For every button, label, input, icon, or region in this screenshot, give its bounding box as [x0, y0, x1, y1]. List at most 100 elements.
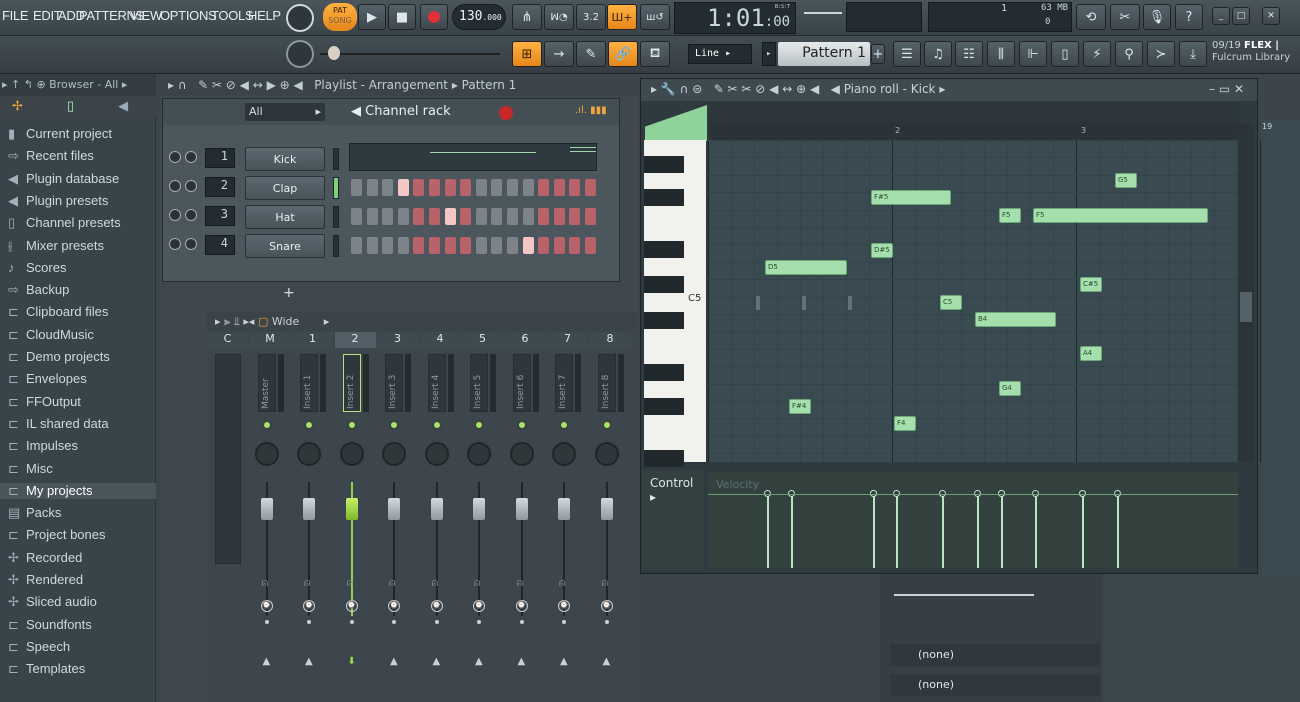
step-button[interactable] [569, 179, 581, 196]
channel-select-led[interactable] [333, 235, 339, 257]
step-button[interactable] [351, 237, 362, 254]
step-button[interactable] [585, 179, 596, 196]
step-button[interactable] [491, 237, 503, 254]
velocity-bar[interactable] [1035, 494, 1037, 568]
mixer-pan-knob[interactable] [467, 442, 491, 466]
snap-icon[interactable]: ✢ [12, 99, 23, 114]
note[interactable]: C5 [940, 295, 962, 310]
mixer-route-arrow-icon[interactable]: ▲ [560, 656, 568, 667]
cut-button[interactable]: ✂ [1110, 4, 1140, 30]
project-button[interactable]: ▯ [1051, 41, 1079, 67]
step-button[interactable] [460, 179, 472, 196]
piano-black-key[interactable] [644, 312, 684, 329]
velocity-bar[interactable] [1001, 494, 1003, 568]
mixer-enable-led[interactable] [346, 420, 357, 430]
browser-item[interactable]: ✢ Rendered [8, 572, 83, 588]
mixer-clock-icon[interactable]: ⌚ [345, 600, 358, 612]
step-button[interactable] [585, 237, 596, 254]
step-button[interactable] [382, 179, 394, 196]
mixer-track-header[interactable]: 2 [334, 332, 376, 348]
channel-select-led[interactable] [333, 206, 339, 228]
menu-view[interactable]: VIEW [130, 8, 162, 23]
mixer-mode[interactable]: Wide [272, 315, 299, 328]
tempo-display[interactable]: 130.000 [452, 4, 506, 30]
step-edit-button[interactable]: → [544, 41, 574, 67]
channel-select-led[interactable] [333, 177, 339, 199]
stamp-button[interactable]: ⛾ [640, 41, 670, 67]
step-button[interactable] [413, 237, 425, 254]
mixer-insert-name[interactable]: Master [257, 354, 276, 412]
browser-item[interactable]: ⇨ Recent files [8, 148, 94, 164]
plugin-button[interactable]: ⚡ [1083, 41, 1111, 67]
browser-item[interactable]: ◀ Plugin database [8, 171, 119, 187]
undo-history-button[interactable]: ⟲ [1076, 4, 1106, 30]
playlist-tools-icon[interactable]: ▸ ∩ ✎ ✂ ⊘ ◀ ↔ ▶ ⊕ ◀ [168, 78, 303, 92]
step-button[interactable] [522, 208, 534, 225]
step-button[interactable] [491, 179, 503, 196]
countdown-button[interactable]: 3.2 [576, 4, 606, 30]
step-button[interactable] [507, 237, 518, 254]
piano-roll-scrollbar[interactable] [1238, 124, 1254, 462]
piano-roll-button[interactable]: ♫ [924, 41, 952, 67]
note[interactable]: F5 [999, 208, 1021, 223]
mixer-insert-name[interactable]: Insert 8 [597, 354, 616, 412]
browser-item[interactable]: ♪ Scores [8, 260, 66, 275]
mixer-track-header[interactable]: 1 [292, 332, 333, 348]
channel-number[interactable]: 4 [205, 235, 235, 255]
channel-volume-knob[interactable] [185, 180, 197, 192]
channel-select-led[interactable] [333, 148, 339, 170]
note[interactable]: F#4 [789, 399, 811, 414]
browser-item[interactable]: ▮ Current project [8, 126, 112, 142]
control-label[interactable]: Control ▸ [642, 470, 704, 570]
mixer-pan-knob[interactable] [424, 442, 449, 466]
metronome-button[interactable]: ⋔ [512, 4, 542, 30]
step-button[interactable] [382, 237, 394, 254]
browser-item[interactable]: ⊏ Misc [8, 461, 53, 477]
mixer-route-arrow-icon[interactable]: ▲ [603, 656, 611, 667]
blend-notes-button[interactable]: Ш+ [607, 4, 637, 30]
mixer-arrow-icon[interactable]: ⍝ [262, 576, 269, 590]
record-button[interactable] [420, 4, 448, 30]
step-button[interactable] [413, 208, 425, 225]
channel-number[interactable]: 1 [205, 148, 235, 168]
mixer-clock-icon[interactable]: ⌚ [558, 600, 570, 612]
channel-volume-knob[interactable] [185, 209, 197, 221]
mixer-arrow-icon[interactable]: ⍝ [474, 576, 481, 590]
note[interactable]: D5 [765, 260, 847, 275]
mixer-fader[interactable] [303, 498, 315, 520]
mixer-pan-knob[interactable] [297, 442, 321, 466]
channel-volume-knob[interactable] [185, 238, 197, 250]
mixer-arrow-icon[interactable]: ⍝ [432, 576, 439, 590]
channel-filter[interactable]: All ▸ [245, 103, 325, 121]
mixer-insert-name[interactable]: Insert 2 [342, 354, 361, 412]
velocity-bar[interactable] [896, 494, 898, 568]
song-position-display[interactable]: 1:01:00 B:S:T [674, 2, 796, 34]
mixer-arrow-icon[interactable]: ⍝ [389, 576, 396, 590]
playlist-button[interactable]: ☰ [893, 41, 921, 67]
note[interactable]: G4 [999, 381, 1021, 396]
download-button[interactable]: ⤓ [1179, 41, 1207, 67]
mixer-enable-led[interactable] [261, 420, 272, 430]
step-button[interactable] [522, 179, 534, 196]
mixer-clock-icon[interactable]: ⌚ [388, 600, 400, 612]
mixer-track-header[interactable]: 5 [462, 332, 503, 348]
mixer-tools-icon[interactable]: ▸ ⫸ ⫫ ▸◂ [215, 315, 254, 328]
mixer-enable-led[interactable] [389, 420, 399, 430]
browser-item[interactable]: ⫲ Mixer presets [8, 238, 104, 254]
typing-keyboard-button[interactable]: ⊞ [512, 41, 542, 67]
touch-button[interactable]: ⚲ [1115, 41, 1143, 67]
pitch-slider-handle[interactable] [328, 46, 340, 60]
note[interactable]: G5 [1115, 173, 1137, 188]
step-button[interactable] [444, 208, 456, 225]
step-button[interactable] [475, 179, 487, 196]
step-button[interactable] [569, 237, 581, 254]
mixer-enable-led[interactable] [474, 420, 484, 430]
step-button[interactable] [397, 179, 409, 196]
mixer-track-header[interactable]: 7 [547, 332, 588, 348]
menu-tools[interactable]: TOOLS [211, 8, 254, 23]
mixer-route-arrow-icon[interactable]: ⬇ [348, 656, 356, 667]
mixer-fader[interactable] [260, 498, 273, 520]
piano-black-key[interactable] [644, 156, 684, 173]
channel-pan-knob[interactable] [169, 180, 181, 192]
piano-roll-window-controls[interactable]: – ▭ ✕ [1209, 82, 1244, 96]
